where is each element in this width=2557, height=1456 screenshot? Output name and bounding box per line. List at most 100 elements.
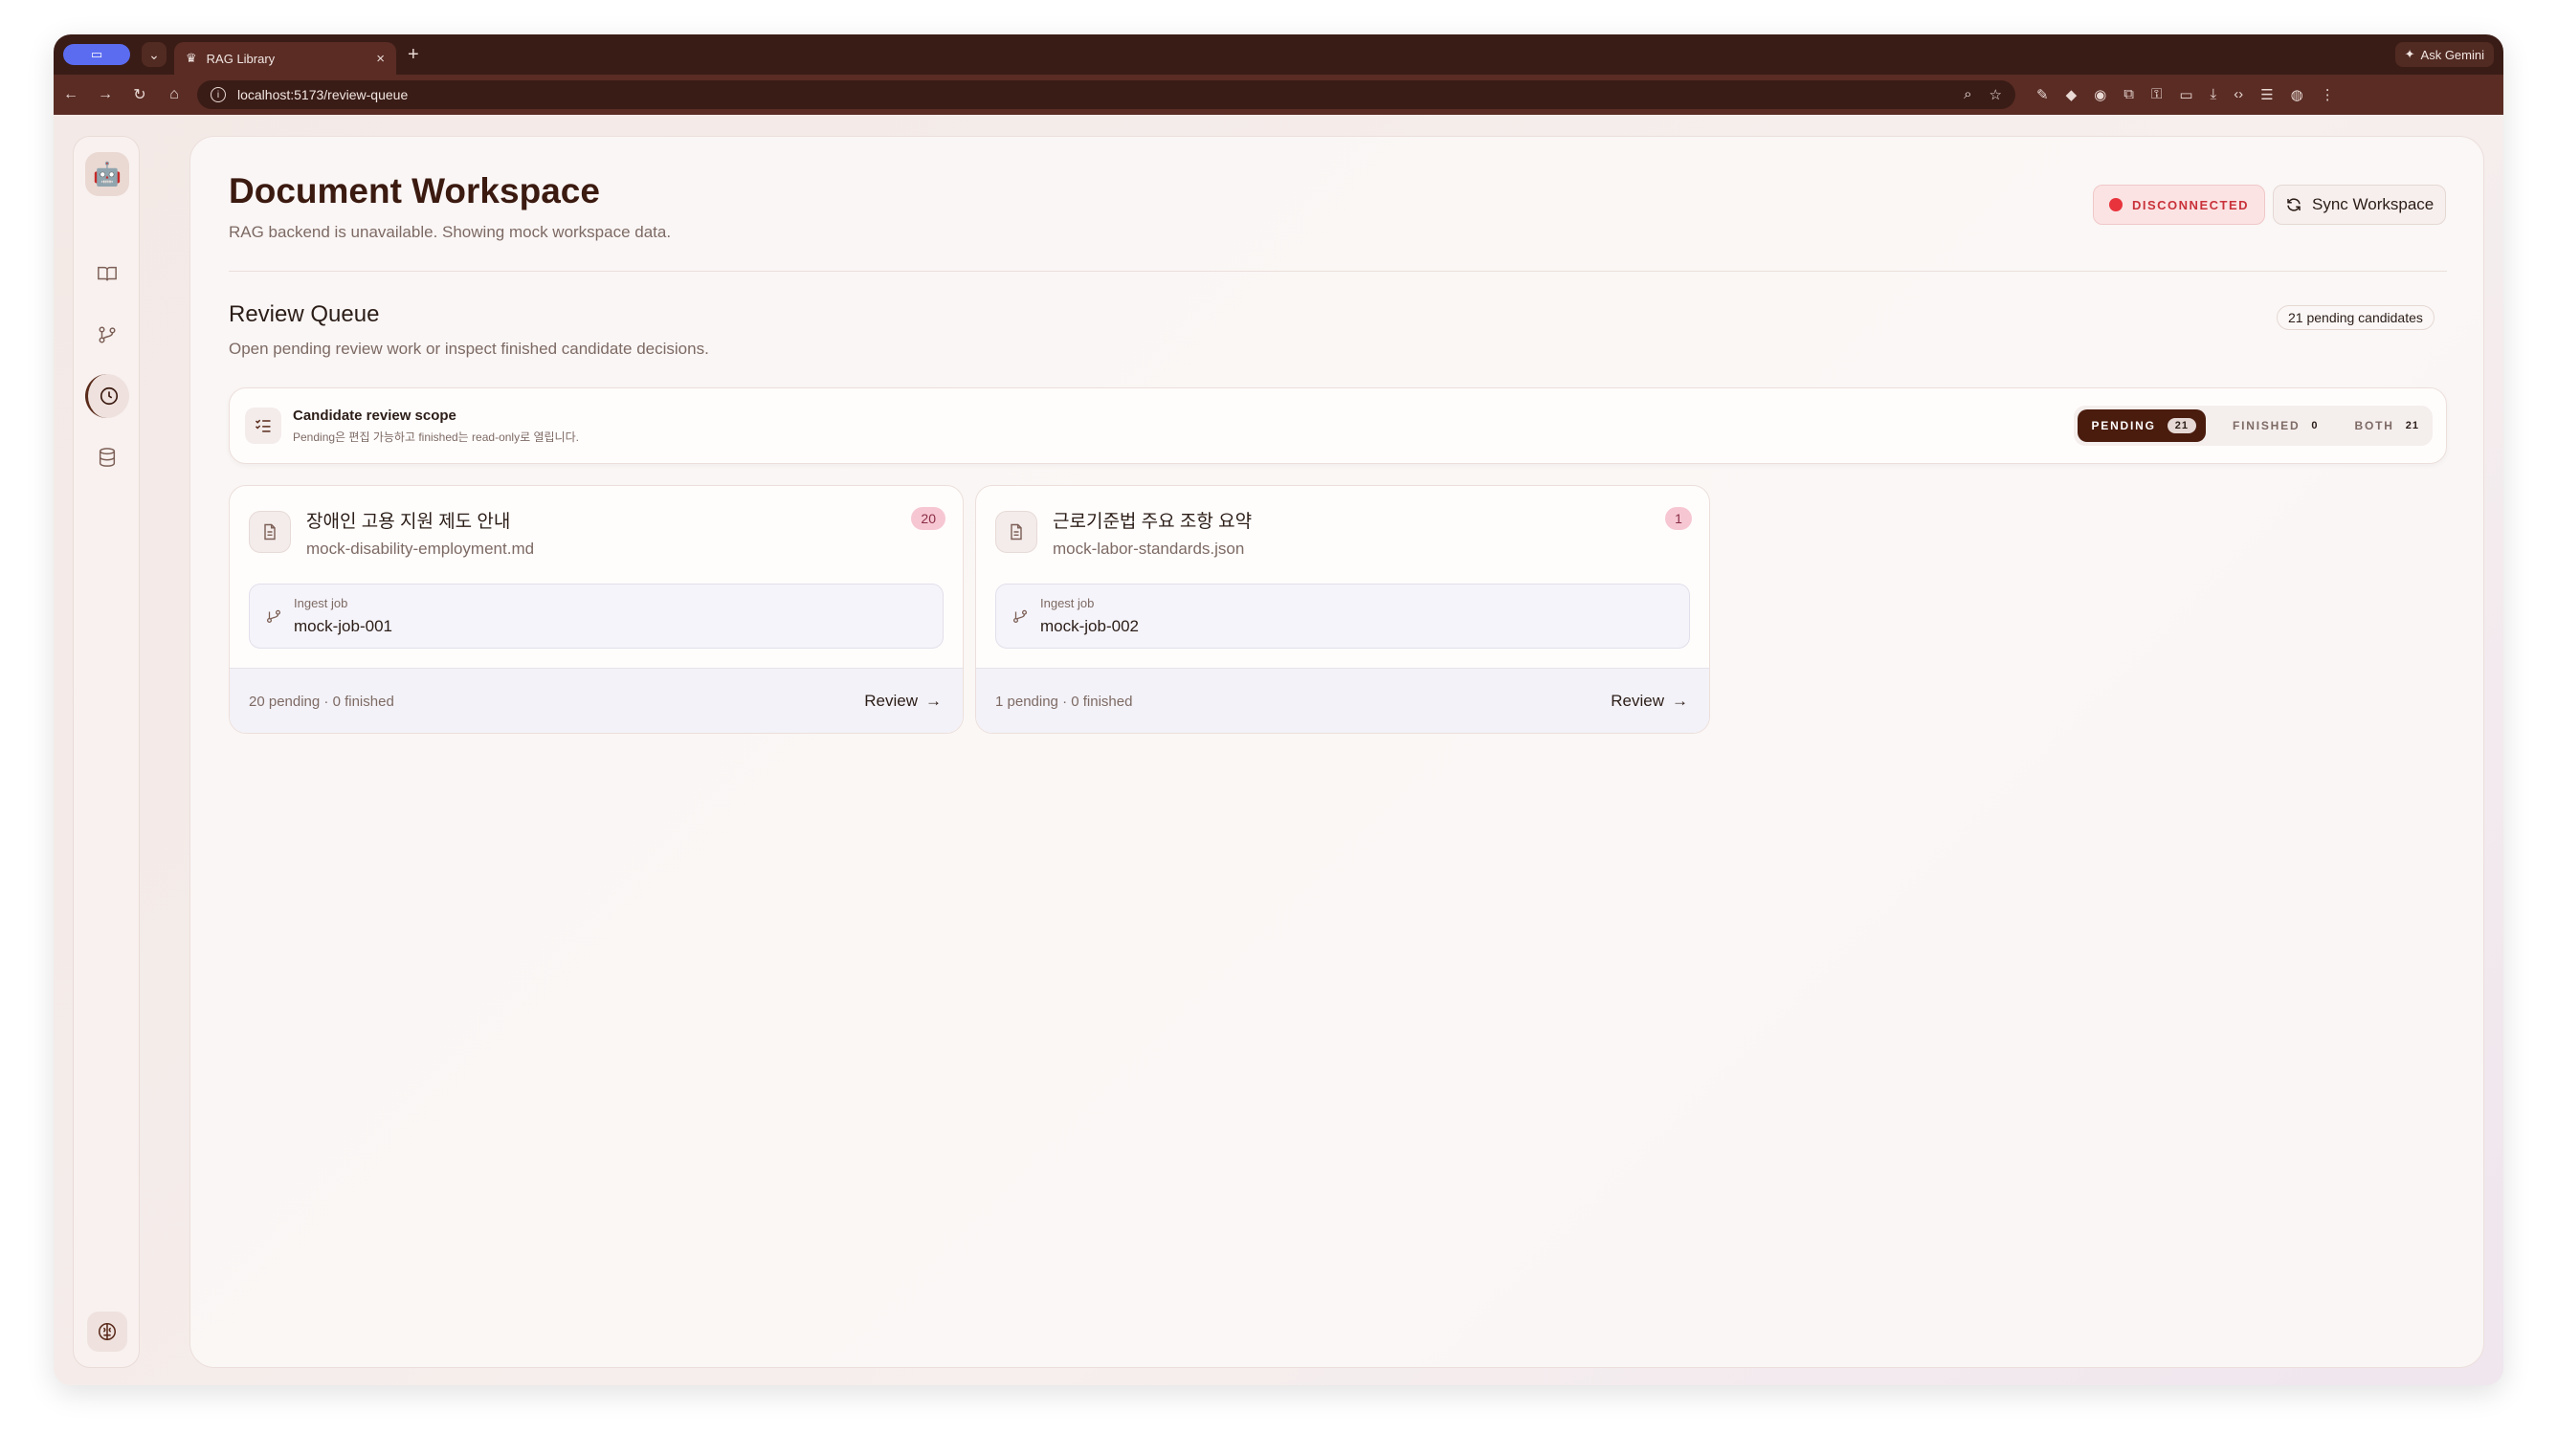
header-divider xyxy=(229,271,2447,272)
card-footer: 20 pending · 0 finished Review → xyxy=(230,668,963,733)
tab-title: RAG Library xyxy=(206,51,276,66)
ingest-job-id: mock-job-002 xyxy=(1040,617,1139,635)
sparkle-icon: ✦ xyxy=(2404,47,2415,61)
scope-segmented-control: PENDING 21 FINISHED 0 BOTH 21 xyxy=(2074,406,2433,446)
home-icon[interactable]: ⌂ xyxy=(157,86,191,103)
database-icon xyxy=(99,448,116,467)
card-icon[interactable]: ▭ xyxy=(2179,86,2192,103)
scope-option-label: FINISHED xyxy=(2233,419,2301,432)
page-title: Document Workspace xyxy=(229,171,600,210)
address-bar[interactable]: i localhost:5173/review-queue ⌕ ☆ xyxy=(197,80,2015,109)
pending-count-badge: 20 xyxy=(911,507,945,530)
scope-option-count: 21 xyxy=(2405,420,2419,431)
file-text-icon xyxy=(995,511,1037,553)
arrow-right-icon: → xyxy=(925,692,942,710)
site-info-icon[interactable]: i xyxy=(211,87,226,102)
review-label: Review xyxy=(1611,692,1664,710)
clock-icon xyxy=(100,386,118,406)
download-icon[interactable]: ⤓ xyxy=(2211,86,2217,103)
review-button[interactable]: Review → xyxy=(1611,692,1688,711)
pending-count-badge: 21 pending candidates xyxy=(2277,305,2435,330)
sidebar-item-ingest[interactable] xyxy=(85,313,129,357)
scope-option-both[interactable]: BOTH 21 xyxy=(2342,409,2429,442)
ingest-job-id: mock-job-001 xyxy=(294,617,392,635)
scope-subtitle: Pending은 편집 가능하고 finished는 read-only로 열립… xyxy=(293,430,579,444)
reload-icon[interactable]: ↻ xyxy=(122,85,157,104)
list-checks-icon xyxy=(245,408,281,444)
new-tab-button[interactable]: + xyxy=(408,44,419,66)
extension-circle-icon[interactable]: ◉ xyxy=(2094,86,2106,103)
reading-list-icon[interactable]: ☰ xyxy=(2260,86,2273,103)
git-branch-icon xyxy=(1012,609,1028,624)
sidebar: 🤖 xyxy=(73,136,140,1368)
sidebar-item-storage[interactable] xyxy=(85,435,129,479)
document-title: 장애인 고용 지원 제도 안내 xyxy=(306,512,511,532)
browser-window: ▭ ⌄ ♛ RAG Library × + ✦ Ask Gemini ← → ↻… xyxy=(54,34,2503,1385)
main-panel: Document Workspace RAG backend is unavai… xyxy=(189,136,2484,1368)
profile-avatar-icon[interactable]: ◍ xyxy=(2291,86,2303,103)
document-filename: mock-labor-standards.json xyxy=(1053,540,1245,558)
document-card[interactable]: 근로기준법 주요 조항 요약 mock-labor-standards.json… xyxy=(975,485,1710,734)
sidebar-settings-button[interactable] xyxy=(87,1312,127,1352)
scope-option-label: BOTH xyxy=(2354,419,2394,432)
app-root: 🤖 Document Workspace RAG backend is unav… xyxy=(54,115,2503,1385)
section-subtitle: Open pending review work or inspect fini… xyxy=(229,340,709,358)
bookmark-star-icon[interactable]: ☆ xyxy=(1990,86,2002,103)
scope-option-count: 21 xyxy=(2167,418,2197,433)
scope-option-pending[interactable]: PENDING 21 xyxy=(2078,409,2207,442)
extensions-area: ✎ ◆ ◉ ⧉ ⚿ ▭ ⤓ ‹› ☰ ◍ ⋮ xyxy=(2036,86,2335,103)
menu-kebab-icon[interactable]: ⋮ xyxy=(2321,86,2335,103)
devtools-icon[interactable]: ‹› xyxy=(2234,86,2243,103)
git-branch-icon xyxy=(266,609,281,624)
extension-pen-icon[interactable]: ✎ xyxy=(2036,86,2049,103)
forward-icon[interactable]: → xyxy=(88,86,122,103)
sync-workspace-button[interactable]: Sync Workspace xyxy=(2273,185,2447,225)
pending-count-badge: 1 xyxy=(1665,507,1692,530)
ingest-job-box: Ingest job mock-job-002 xyxy=(995,584,1690,649)
arrow-right-icon: → xyxy=(1672,692,1688,710)
brain-icon xyxy=(98,1322,117,1341)
ask-gemini-button[interactable]: ✦ Ask Gemini xyxy=(2394,42,2494,67)
candidate-scope-panel: Candidate review scope Pending은 편집 가능하고 … xyxy=(229,387,2447,464)
robot-avatar-icon[interactable]: 🤖 xyxy=(85,152,129,196)
browser-tab[interactable]: ♛ RAG Library × xyxy=(174,42,396,75)
tab-favicon-icon: ♛ xyxy=(186,51,197,65)
refresh-icon xyxy=(2287,198,2301,211)
scope-option-count: 0 xyxy=(2311,420,2319,431)
ingest-job-label: Ingest job xyxy=(1040,596,1095,610)
ask-gemini-label: Ask Gemini xyxy=(2420,47,2484,62)
tab-group-switch[interactable]: ▭ xyxy=(63,44,130,65)
tab-close-icon[interactable]: × xyxy=(376,51,385,67)
document-card[interactable]: 장애인 고용 지원 제도 안내 mock-disability-employme… xyxy=(229,485,964,734)
ingest-job-box: Ingest job mock-job-001 xyxy=(249,584,944,649)
page-subtitle: RAG backend is unavailable. Showing mock… xyxy=(229,223,672,241)
back-icon[interactable]: ← xyxy=(54,86,88,103)
extensions-puzzle-icon[interactable]: ⧉ xyxy=(2123,86,2134,103)
review-label: Review xyxy=(864,692,918,710)
url-text[interactable]: localhost:5173/review-queue xyxy=(237,87,408,102)
sidebar-item-library[interactable] xyxy=(85,252,129,296)
browser-toolbar: ← → ↻ ⌂ i localhost:5173/review-queue ⌕ … xyxy=(54,75,2503,115)
git-branch-icon xyxy=(99,326,116,343)
document-filename: mock-disability-employment.md xyxy=(306,540,535,558)
status-label: DISCONNECTED xyxy=(2132,197,2250,212)
status-badge: DISCONNECTED xyxy=(2093,185,2266,225)
sync-workspace-label: Sync Workspace xyxy=(2312,195,2435,213)
card-summary: 20 pending · 0 finished xyxy=(249,694,394,710)
review-button[interactable]: Review → xyxy=(864,692,942,711)
scope-option-label: PENDING xyxy=(2091,419,2156,432)
extension-shield-icon[interactable]: ◆ xyxy=(2066,86,2078,103)
tab-search-dropdown[interactable]: ⌄ xyxy=(142,42,167,67)
book-open-icon xyxy=(98,266,117,281)
sidebar-item-review-queue[interactable] xyxy=(85,374,129,418)
file-text-icon xyxy=(249,511,291,553)
card-footer: 1 pending · 0 finished Review → xyxy=(976,668,1709,733)
scope-title: Candidate review scope xyxy=(293,408,456,424)
scope-option-finished[interactable]: FINISHED 0 xyxy=(2219,409,2328,442)
password-key-icon[interactable]: ⚿ xyxy=(2151,86,2162,103)
ingest-job-label: Ingest job xyxy=(294,596,348,610)
document-title: 근로기준법 주요 조항 요약 xyxy=(1053,512,1253,532)
tab-bar: ▭ ⌄ ♛ RAG Library × + ✦ Ask Gemini xyxy=(54,34,2503,75)
card-summary: 1 pending · 0 finished xyxy=(995,694,1133,710)
zoom-icon[interactable]: ⌕ xyxy=(1964,86,1971,103)
